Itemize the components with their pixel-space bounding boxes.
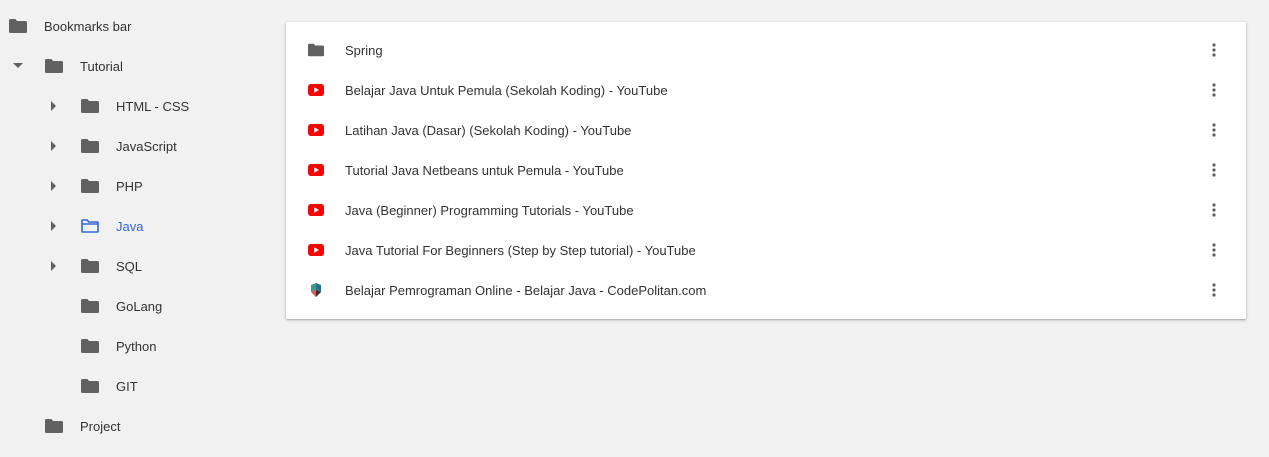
youtube-icon: [308, 82, 324, 98]
list-item-title: Latihan Java (Dasar) (Sekolah Koding) - …: [345, 122, 632, 138]
more-options-icon[interactable]: [1202, 198, 1226, 222]
folder-icon: [81, 339, 99, 353]
youtube-icon: [308, 202, 324, 218]
tree-item-label: JavaScript: [116, 138, 177, 154]
folder-icon: [45, 419, 63, 433]
more-options-icon[interactable]: [1202, 118, 1226, 142]
folder-icon: [81, 379, 99, 393]
list-item-bookmark[interactable]: Latihan Java (Dasar) (Sekolah Koding) - …: [286, 110, 1246, 150]
caret-right-icon[interactable]: [46, 138, 62, 154]
youtube-icon: [308, 242, 324, 258]
list-item-title: Belajar Pemrograman Online - Belajar Jav…: [345, 282, 707, 298]
list-item-bookmark[interactable]: Java (Beginner) Programming Tutorials - …: [286, 190, 1246, 230]
list-item-title: Tutorial Java Netbeans untuk Pemula - Yo…: [345, 162, 624, 178]
tree-item-label: Java: [116, 218, 144, 234]
caret-down-icon[interactable]: [10, 58, 26, 74]
tree-item-label: SQL: [116, 258, 143, 274]
folder-icon: [81, 259, 99, 273]
tree-item-label: Tutorial: [80, 58, 123, 74]
tree-item-label: Bookmarks bar: [44, 18, 132, 34]
tree-item-java[interactable]: Java: [0, 206, 270, 246]
folder-icon: [308, 42, 324, 58]
bookmark-list: Spring Belajar Java Untuk Pemula (Sekola…: [286, 22, 1246, 319]
tree-item-golang[interactable]: GoLang: [0, 286, 270, 326]
codepolitan-icon: [308, 282, 324, 298]
tree-item-python[interactable]: Python: [0, 326, 270, 366]
more-options-icon[interactable]: [1202, 238, 1226, 262]
more-options-icon[interactable]: [1202, 38, 1226, 62]
tree-item-label: PHP: [116, 178, 143, 194]
tree-item-label: Project: [80, 418, 121, 434]
tree-item-git[interactable]: GIT: [0, 366, 270, 406]
folder-tree: Bookmarks bar Tutorial HTML - CSS JavaSc…: [0, 0, 270, 457]
caret-right-icon[interactable]: [46, 258, 62, 274]
caret-right-icon[interactable]: [46, 178, 62, 194]
more-options-icon[interactable]: [1202, 78, 1226, 102]
tree-item-label: HTML - CSS: [116, 98, 190, 114]
list-item-bookmark[interactable]: Java Tutorial For Beginners (Step by Ste…: [286, 230, 1246, 270]
list-item-title: Java Tutorial For Beginners (Step by Ste…: [345, 242, 696, 258]
folder-icon: [9, 19, 27, 33]
tree-item-project[interactable]: Project: [0, 406, 270, 446]
tree-item-tutorial[interactable]: Tutorial: [0, 46, 270, 86]
tree-item-php[interactable]: PHP: [0, 166, 270, 206]
youtube-icon: [308, 122, 324, 138]
tree-item-bookmarks-bar[interactable]: Bookmarks bar: [0, 6, 270, 46]
tree-item-javascript[interactable]: JavaScript: [0, 126, 270, 166]
folder-icon: [81, 99, 99, 113]
caret-right-icon[interactable]: [46, 218, 62, 234]
folder-icon: [81, 179, 99, 193]
list-item-title: Java (Beginner) Programming Tutorials - …: [345, 202, 634, 218]
folder-icon: [81, 299, 99, 313]
list-item-title: Belajar Java Untuk Pemula (Sekolah Kodin…: [345, 82, 668, 98]
list-item-title: Spring: [345, 42, 383, 58]
tree-item-sql[interactable]: SQL: [0, 246, 270, 286]
list-item-bookmark[interactable]: Belajar Pemrograman Online - Belajar Jav…: [286, 270, 1246, 310]
tree-item-label: GIT: [116, 378, 138, 394]
folder-icon: [81, 139, 99, 153]
more-options-icon[interactable]: [1202, 278, 1226, 302]
caret-right-icon[interactable]: [46, 98, 62, 114]
youtube-icon: [308, 162, 324, 178]
list-item-bookmark[interactable]: Tutorial Java Netbeans untuk Pemula - Yo…: [286, 150, 1246, 190]
tree-item-html-css[interactable]: HTML - CSS: [0, 86, 270, 126]
tree-item-label: GoLang: [116, 298, 163, 314]
list-item-bookmark[interactable]: Belajar Java Untuk Pemula (Sekolah Kodin…: [286, 70, 1246, 110]
list-item-folder[interactable]: Spring: [286, 30, 1246, 70]
folder-open-outline-icon: [81, 219, 99, 233]
folder-icon: [45, 59, 63, 73]
more-options-icon[interactable]: [1202, 158, 1226, 182]
tree-item-label: Python: [116, 338, 157, 354]
